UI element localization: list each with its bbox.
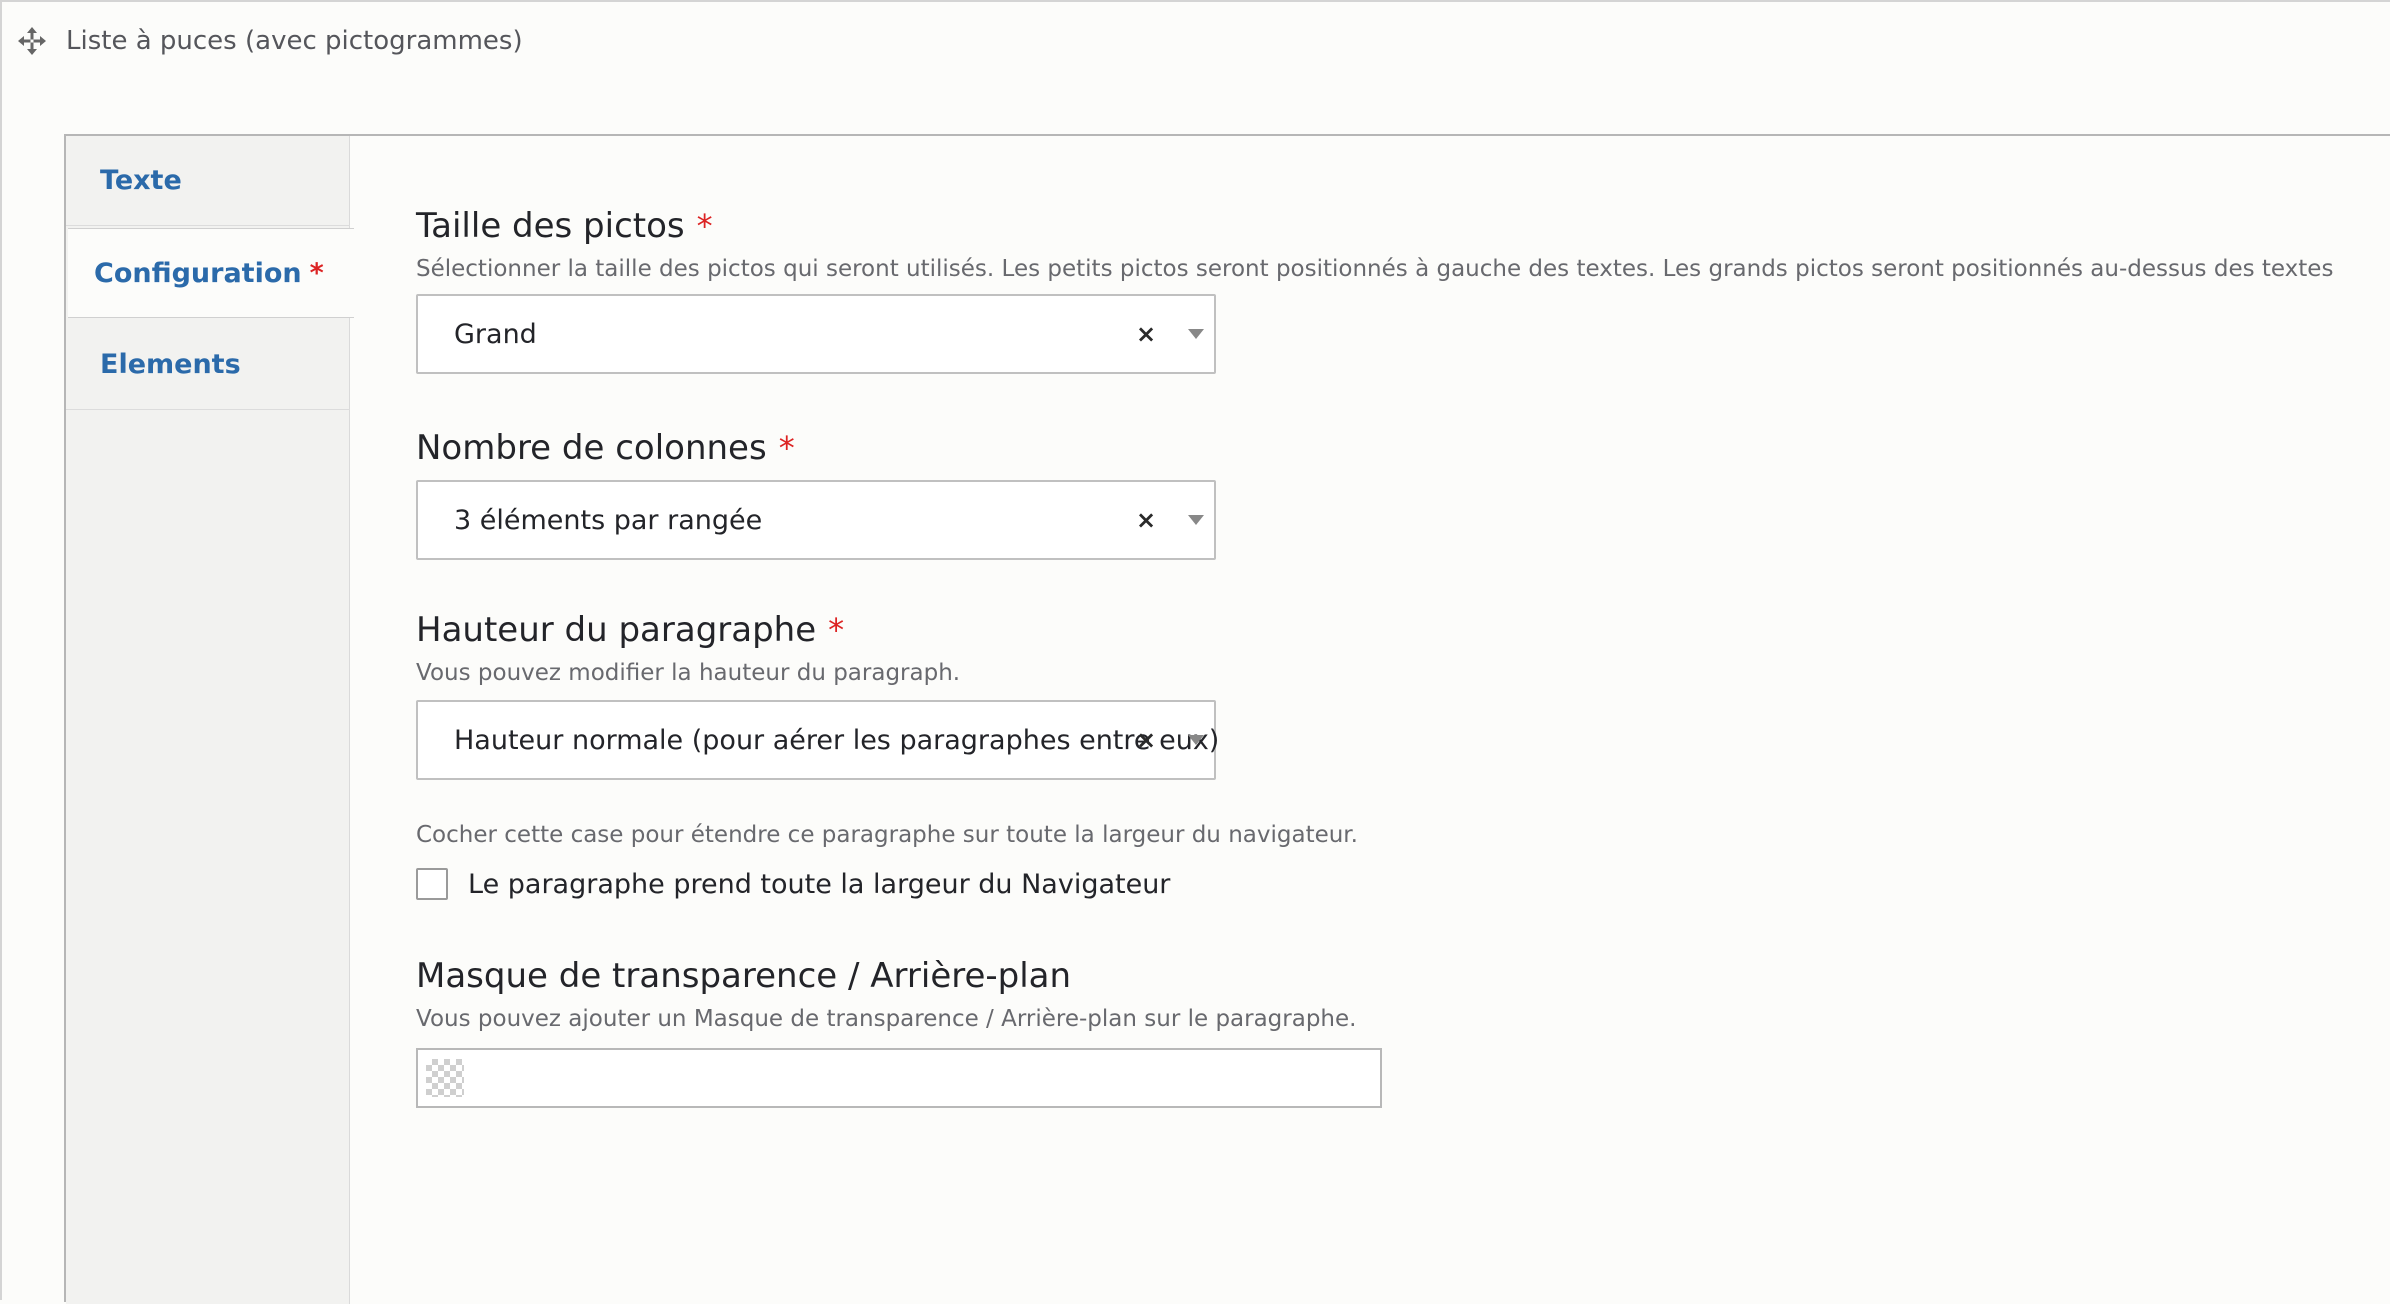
select-value: Grand bbox=[454, 318, 537, 350]
paragraph-header: Liste à puces (avec pictogrammes) bbox=[16, 22, 523, 60]
tab-elements[interactable]: Elements bbox=[66, 320, 350, 410]
checkbox-label[interactable]: Le paragraphe prend toute la largeur du … bbox=[468, 869, 1170, 900]
vertical-tabs: Texte Configuration * Elements Taille de… bbox=[64, 134, 2390, 1304]
clear-icon[interactable]: × bbox=[1136, 506, 1156, 534]
taille-pictos-select[interactable]: Grand × bbox=[416, 294, 1216, 374]
required-marker: * bbox=[696, 207, 713, 245]
select-value: 3 éléments par rangée bbox=[454, 504, 763, 536]
field-masque-transparence: Masque de transparence / Arrière-plan Vo… bbox=[416, 956, 1382, 1108]
chevron-down-icon[interactable] bbox=[1188, 329, 1204, 339]
tab-texte[interactable]: Texte bbox=[66, 136, 350, 226]
largeur-checkbox[interactable] bbox=[416, 868, 448, 900]
field-largeur-navigateur: Cocher cette case pour étendre ce paragr… bbox=[416, 822, 1358, 900]
tab-configuration[interactable]: Configuration * bbox=[68, 228, 354, 318]
clear-icon[interactable]: × bbox=[1136, 726, 1156, 754]
required-marker: * bbox=[778, 429, 795, 467]
move-arrows-icon[interactable] bbox=[16, 25, 48, 57]
chevron-down-icon[interactable] bbox=[1188, 515, 1204, 525]
label-text: Taille des pictos bbox=[416, 206, 685, 246]
tab-label: Elements bbox=[100, 349, 241, 380]
field-description: Sélectionner la taille des pictos qui se… bbox=[416, 256, 2334, 282]
field-description: Cocher cette case pour étendre ce paragr… bbox=[416, 822, 1358, 848]
transparent-swatch-icon[interactable] bbox=[426, 1059, 464, 1097]
required-marker: * bbox=[828, 611, 845, 649]
select-value: Hauteur normale (pour aérer les paragrap… bbox=[454, 724, 1220, 756]
clear-icon[interactable]: × bbox=[1136, 320, 1156, 348]
chevron-down-icon[interactable] bbox=[1188, 735, 1204, 745]
field-label: Taille des pictos * bbox=[416, 206, 2333, 246]
paragraph-title: Liste à puces (avec pictogrammes) bbox=[66, 26, 523, 56]
field-hauteur-paragraphe: Hauteur du paragraphe * Vous pouvez modi… bbox=[416, 610, 1220, 780]
field-taille-pictos: Taille des pictos * Sélectionner la tail… bbox=[416, 206, 2333, 374]
hauteur-paragraphe-select[interactable]: Hauteur normale (pour aérer les paragrap… bbox=[416, 700, 1220, 780]
field-description: Vous pouvez modifier la hauteur du parag… bbox=[416, 660, 961, 686]
tabs-nav: Texte Configuration * Elements bbox=[66, 136, 354, 1304]
field-label: Hauteur du paragraphe * bbox=[416, 610, 1216, 650]
field-description: Vous pouvez ajouter un Masque de transpa… bbox=[416, 1006, 1357, 1032]
tab-label: Configuration bbox=[94, 257, 302, 289]
checkbox-row: Le paragraphe prend toute la largeur du … bbox=[416, 868, 1358, 900]
tab-label: Texte bbox=[100, 165, 182, 196]
tab-content-configuration: Taille des pictos * Sélectionner la tail… bbox=[416, 136, 2390, 1302]
field-label: Nombre de colonnes * bbox=[416, 428, 1216, 468]
label-text: Hauteur du paragraphe bbox=[416, 610, 817, 650]
field-nombre-colonnes: Nombre de colonnes * 3 éléments par rang… bbox=[416, 428, 1216, 560]
masque-color-input[interactable] bbox=[416, 1048, 1382, 1108]
label-text: Masque de transparence / Arrière-plan bbox=[416, 956, 1072, 996]
label-text: Nombre de colonnes bbox=[416, 428, 767, 468]
paragraph-frame: Liste à puces (avec pictogrammes) Texte … bbox=[0, 0, 2390, 1304]
field-label: Masque de transparence / Arrière-plan bbox=[416, 956, 1382, 996]
required-marker: * bbox=[309, 257, 324, 289]
nombre-colonnes-select[interactable]: 3 éléments par rangée × bbox=[416, 480, 1216, 560]
